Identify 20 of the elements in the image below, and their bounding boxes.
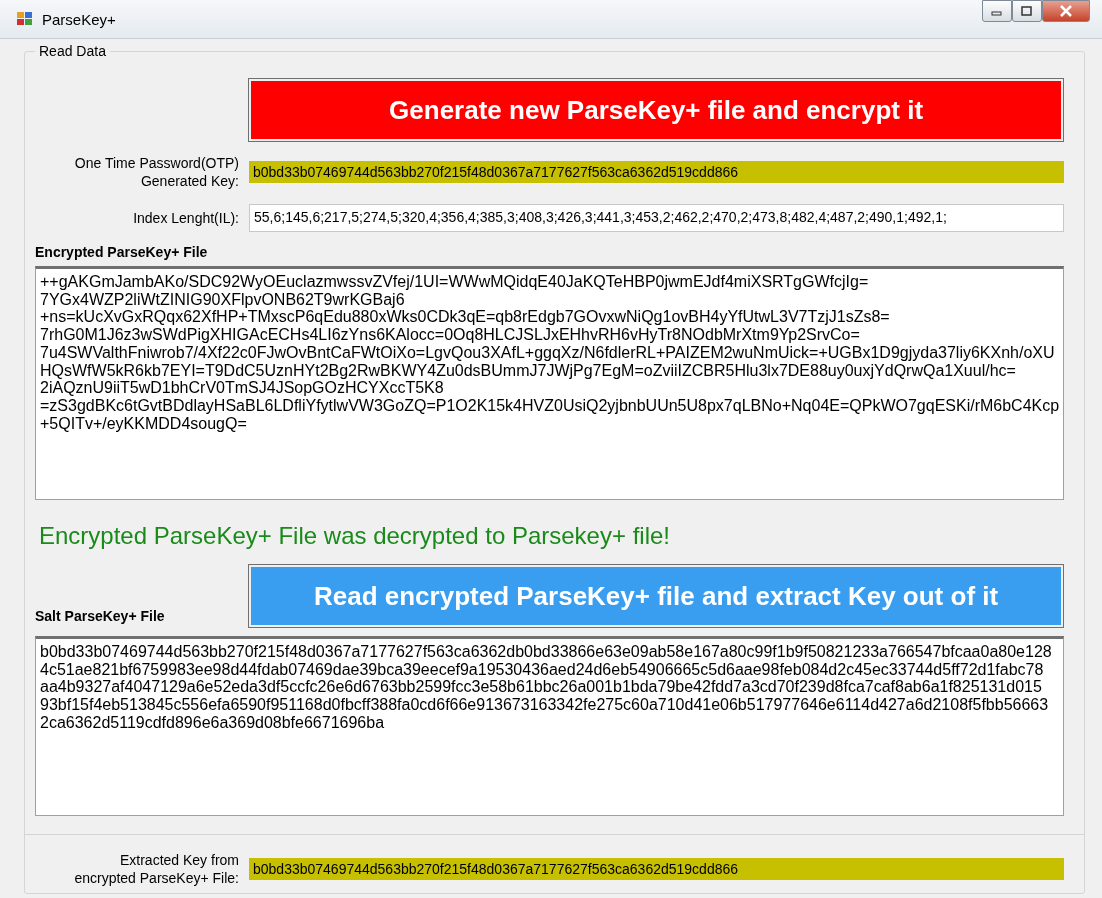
field-label: One Time Password(OTP) Generated Key: bbox=[73, 154, 240, 190]
minimize-button[interactable] bbox=[982, 0, 1012, 22]
extracted-key-field[interactable]: b0bd33b07469744d563bb270f215f48d0367a7177627f563ca6362d519cdd866 bbox=[249, 858, 1065, 880]
generate-button[interactable]: Generate new ParseKey+ file and encrypt it bbox=[248, 78, 1065, 142]
generated-key-field[interactable]: b0bd33b07469744d563bb270f215f48d0367a7177627f563ca6362d519cdd866 bbox=[249, 161, 1065, 183]
salt-file-text-area[interactable]: b0bd33b07469744d563bb270f215f48d0367a7177627f563ca6362db0bd33866e63e09ab58e167a80c99f1b9f50821233a766547bfcaa0a80e128 4c51ae821bf6759983ee98d44fdab07469dae39bca39eecef9a19530436aed24d6eb54906665c5d6aae98feb084d2c45ec33744d5ff72d1fabc78 aa4b9327af4047129a6e52eda3df5ccfc26e6d6763bb2599fcc3e58b61bbc26a001b1bda79be42fdd7a3cd70f239d8fca7caf8ab6a1f825131d015 93bf15f4eb513845c556efa6590f951168d0fbcff388fa0cd6f66e913673163342fe275c60a710d41e06b517977646e6114d427a6d2108f5fbb56663 2ca6362d5119cdfd896e6a369d08bfe6671696ba bbox=[35, 636, 1065, 816]
close-button[interactable] bbox=[1042, 0, 1090, 22]
field-label: Index Lenght(IL): bbox=[132, 209, 240, 227]
maximize-button[interactable] bbox=[1012, 0, 1042, 22]
section-label: Encrypted ParseKey+ File bbox=[35, 244, 209, 260]
window-title: ParseKey+ bbox=[42, 10, 116, 28]
maximize-icon bbox=[1021, 6, 1033, 16]
encrypted-file-text-area[interactable]: ++gAKGmJambAKo/SDC92WyOEuclazmwssvZVfej/1UI=WWwMQidqE40JaKQTeHBP0jwmEJdf4miXSRTgGWfcjIg= 7YGx4WZP2liWtZINIG90XFlpvONB62T9wrKGBaj6 +ns=kUcXvGxRQqx62XfHP+TMxscP6qEdu880xWks0CDk3qE=qb8rEdgb7GOvxwNiQg1ovBH4yYfUtwL3V7TzjJ1sZs8= 7rhG0M1J6z3wSWdPigXHIGAcECHs4LI6zYns6KAlocc=0Oq8HLCJSLJxEHhvRH6vHyTr8NOdbMrXtm9Yp2SrvCo= 7u4SWValthFniwrob7/4Xf22c0FJwOvBntCaFWtOiXo=LgvQou3XAfL+ggqXz/N6fdlerRL+PAIZEM2wuNmUick=+UGBx1D9gjyda37liy6KXnh/oXU HQsWfW5kR6kb7EYI=T9DdC5UznHYt2Bg2RwBKWY4Zu0dsBUmmJ7JWjPg7EgM=oZviiIZCBR5Hlu3lx7DE88uy0uxjYdQrwQa1Xuul/hc= 2iAQznU9iiT5wD1bhCrV0TmSJ4JSopGOzHCYXccT5K8 =zS3gdBKc6tGvtBDdlayHSaBL6LDfliYfytlwVW3GoZQ=P1O2K15k4HVZ0UsiQ2yjbnbUUn5U8px7qLBNo+Nq04E=QPkWO7gqESKi/rM6bC4Kcp +5QITv+/eyKKMDD4sougQ= bbox=[35, 266, 1065, 500]
index-length-field[interactable]: 55,6;145,6;217,5;274,5;320,4;356,4;385,3;408,3;426,3;441,3;453,2;462,2;470,2;473,8;482,4;487,2;490,1;492,1; bbox=[249, 204, 1065, 232]
section-label: Salt ParseKey+ File bbox=[35, 608, 166, 624]
field-label: Extracted Key from encrypted ParseKey+ File: bbox=[73, 851, 240, 887]
group-title: Read Data bbox=[35, 43, 110, 59]
app-icon bbox=[16, 11, 34, 27]
status-message: Encrypted ParseKey+ File was decrypted to Parsekey+ file! bbox=[39, 522, 671, 550]
close-icon bbox=[1059, 5, 1073, 17]
